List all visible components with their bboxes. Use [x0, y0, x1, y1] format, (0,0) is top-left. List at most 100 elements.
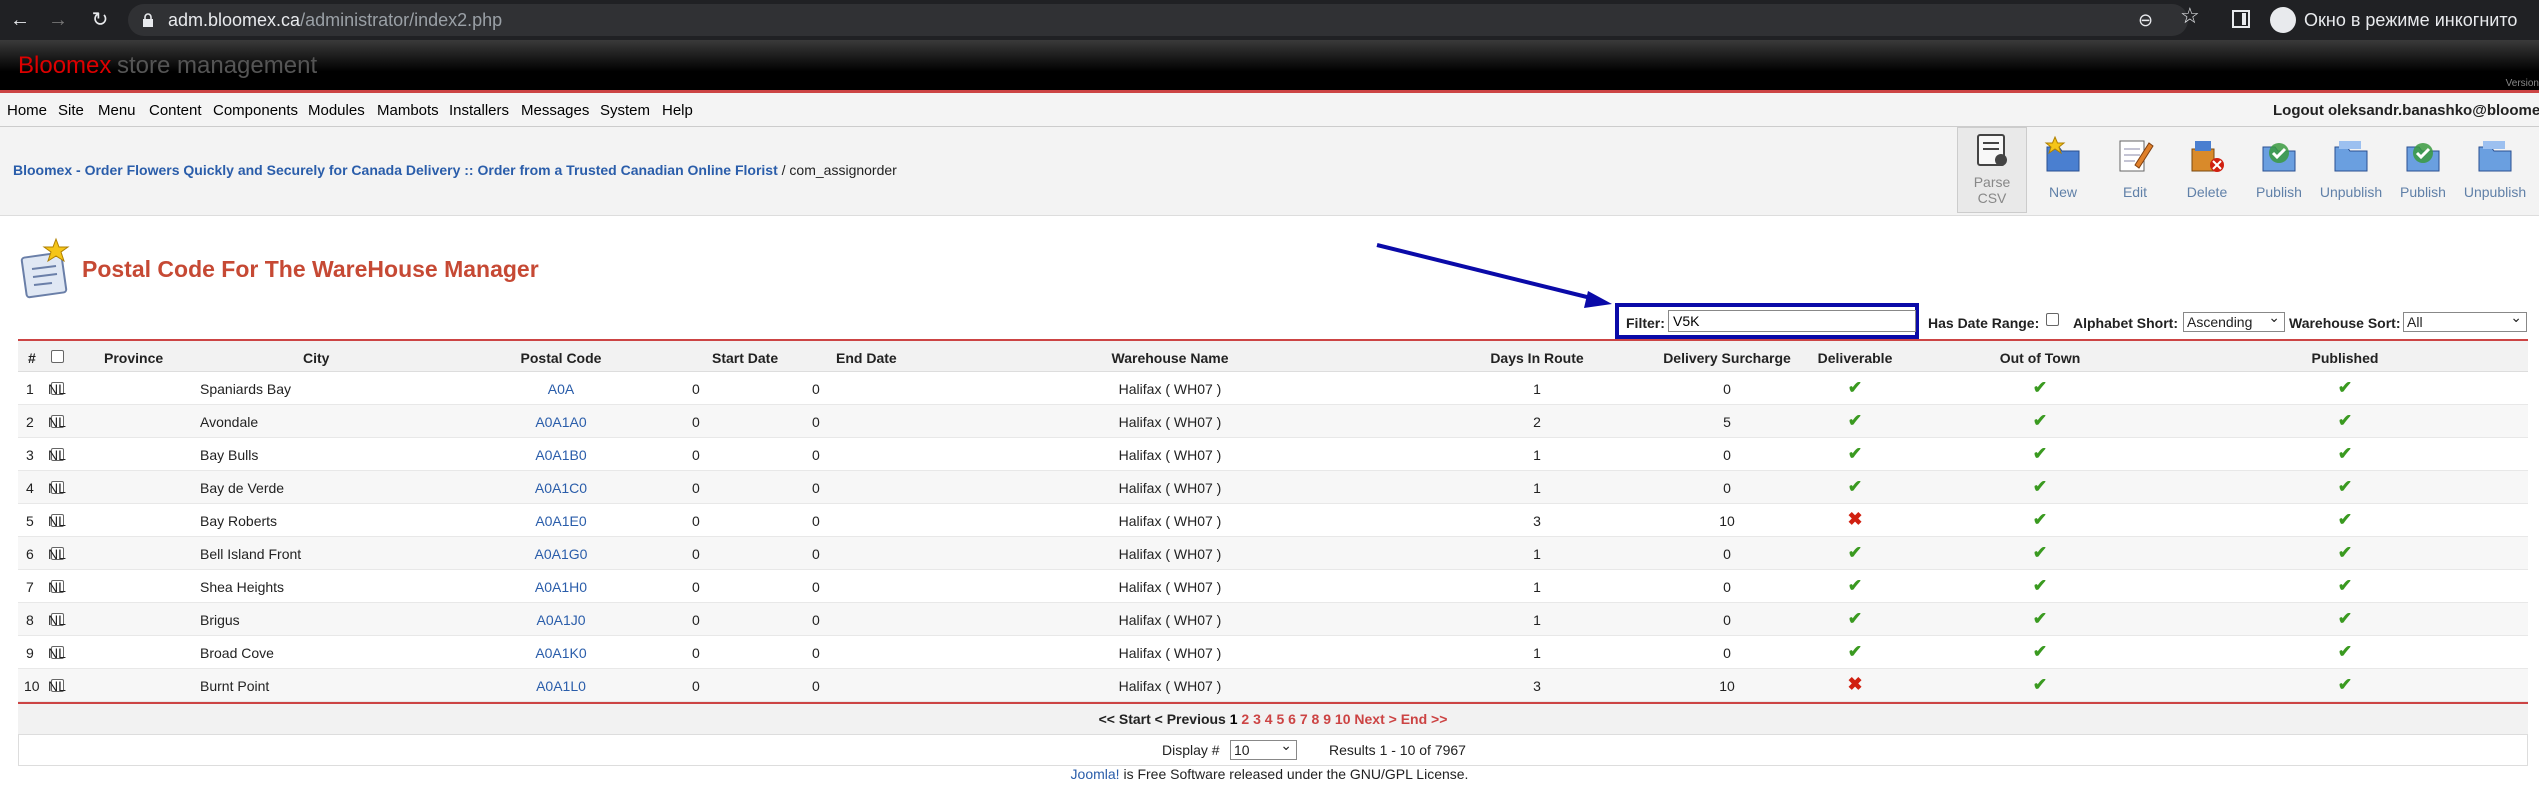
- row-deliverable-check-icon[interactable]: ✔: [1848, 609, 1862, 629]
- delete-button[interactable]: Delete: [2173, 132, 2241, 210]
- alphabet-short-select[interactable]: Ascending: [2183, 309, 2285, 332]
- side-panel-icon[interactable]: [2232, 10, 2250, 28]
- row-out-of-town-check-icon[interactable]: ✔: [2033, 675, 2047, 695]
- forward-icon[interactable]: →: [44, 6, 72, 34]
- filter-input[interactable]: [1668, 310, 1916, 332]
- col-published[interactable]: Published: [2312, 350, 2379, 366]
- row-postal-code[interactable]: A0A1E0: [535, 513, 586, 529]
- row-published-check-icon[interactable]: ✔: [2338, 444, 2352, 464]
- parse-csv-button[interactable]: Parse CSV: [1957, 127, 2027, 213]
- col-warehouse-name[interactable]: Warehouse Name: [1112, 350, 1229, 366]
- page-link[interactable]: 8: [1312, 711, 1320, 727]
- row-out-of-town-check-icon[interactable]: ✔: [2033, 510, 2047, 530]
- menu-components[interactable]: Components: [213, 102, 298, 119]
- display-count-select[interactable]: 10: [1230, 737, 1297, 760]
- row-postal-code[interactable]: A0A1B0: [535, 447, 586, 463]
- row-out-of-town-check-icon[interactable]: ✔: [2033, 444, 2047, 464]
- page-link[interactable]: 7: [1300, 711, 1308, 727]
- row-postal-code[interactable]: A0A1L0: [536, 678, 586, 694]
- row-postal-code[interactable]: A0A1K0: [535, 645, 586, 661]
- menu-modules[interactable]: Modules: [308, 102, 365, 119]
- breadcrumb-link[interactable]: Bloomex - Order Flowers Quickly and Secu…: [13, 162, 778, 178]
- row-out-of-town-check-icon[interactable]: ✔: [2033, 378, 2047, 398]
- row-postal-code[interactable]: A0A1C0: [535, 480, 587, 496]
- row-deliverable-check-icon[interactable]: ✔: [1848, 477, 1862, 497]
- row-postal-code[interactable]: A0A: [548, 381, 574, 397]
- page-prev-link[interactable]: < Previous: [1155, 711, 1226, 727]
- row-published-check-icon[interactable]: ✔: [2338, 378, 2352, 398]
- page-start-link[interactable]: << Start: [1099, 711, 1151, 727]
- row-deliverable-check-icon[interactable]: ✔: [1848, 378, 1862, 398]
- publish-button[interactable]: Publish: [2245, 132, 2313, 210]
- menu-mambots[interactable]: Mambots: [377, 102, 439, 119]
- page-link[interactable]: 9: [1323, 711, 1331, 727]
- select-all-checkbox[interactable]: [51, 350, 64, 363]
- zoom-icon[interactable]: ⊖: [2138, 10, 2153, 31]
- row-out-of-town-check-icon[interactable]: ✔: [2033, 576, 2047, 596]
- date-range-checkbox[interactable]: [2046, 313, 2059, 326]
- row-deliverable-check-icon[interactable]: ✔: [1848, 444, 1862, 464]
- new-button[interactable]: New: [2029, 132, 2097, 210]
- menu-site[interactable]: Site: [58, 102, 84, 119]
- row-deliverable-cross-icon[interactable]: ✖: [1847, 509, 1862, 530]
- address-bar[interactable]: adm.bloomex.ca/administrator/index2.php …: [128, 4, 2188, 36]
- row-out-of-town-check-icon[interactable]: ✔: [2033, 642, 2047, 662]
- col-city[interactable]: City: [303, 350, 329, 366]
- row-deliverable-check-icon[interactable]: ✔: [1848, 543, 1862, 563]
- page-link[interactable]: 2: [1241, 711, 1249, 727]
- page-link[interactable]: 5: [1276, 711, 1284, 727]
- row-deliverable-check-icon[interactable]: ✔: [1848, 576, 1862, 596]
- page-next-link[interactable]: Next >: [1354, 711, 1396, 727]
- warehouse-sort-select[interactable]: All: [2403, 309, 2527, 332]
- row-published-check-icon[interactable]: ✔: [2338, 510, 2352, 530]
- col-province[interactable]: Province: [104, 350, 163, 366]
- col-days-in-route[interactable]: Days In Route: [1490, 350, 1583, 366]
- row-published-check-icon[interactable]: ✔: [2338, 576, 2352, 596]
- row-out-of-town-check-icon[interactable]: ✔: [2033, 477, 2047, 497]
- col-postal-code[interactable]: Postal Code: [521, 350, 602, 366]
- menu-system[interactable]: System: [600, 102, 650, 119]
- back-icon[interactable]: ←: [6, 6, 34, 34]
- logout-link[interactable]: Logout oleksandr.banashko@bloomex.c: [2273, 102, 2539, 119]
- page-link[interactable]: 10: [1335, 711, 1351, 727]
- row-published-check-icon[interactable]: ✔: [2338, 411, 2352, 431]
- bookmark-star-icon[interactable]: ☆: [2180, 3, 2200, 29]
- unpublish-button-2[interactable]: Unpublish: [2461, 132, 2529, 210]
- row-published-check-icon[interactable]: ✔: [2338, 477, 2352, 497]
- row-postal-code[interactable]: A0A1J0: [536, 612, 585, 628]
- row-published-check-icon[interactable]: ✔: [2338, 543, 2352, 563]
- row-out-of-town-check-icon[interactable]: ✔: [2033, 543, 2047, 563]
- page-link[interactable]: 4: [1265, 711, 1273, 727]
- page-end-link[interactable]: End >>: [1401, 711, 1448, 727]
- menu-help[interactable]: Help: [662, 102, 693, 119]
- joomla-link[interactable]: Joomla!: [1071, 766, 1120, 782]
- publish-button-2[interactable]: Publish: [2389, 132, 2457, 210]
- row-postal-code[interactable]: A0A1A0: [535, 414, 586, 430]
- col-start-date[interactable]: Start Date: [712, 350, 778, 366]
- row-deliverable-check-icon[interactable]: ✔: [1848, 642, 1862, 662]
- menu-content[interactable]: Content: [149, 102, 202, 119]
- menu-messages[interactable]: Messages: [521, 102, 589, 119]
- menu-home[interactable]: Home: [7, 102, 47, 119]
- menu-installers[interactable]: Installers: [449, 102, 509, 119]
- incognito-icon[interactable]: [2270, 7, 2296, 33]
- row-out-of-town-check-icon[interactable]: ✔: [2033, 411, 2047, 431]
- col-deliverable[interactable]: Deliverable: [1818, 350, 1893, 366]
- row-out-of-town-check-icon[interactable]: ✔: [2033, 609, 2047, 629]
- page-link[interactable]: 3: [1253, 711, 1261, 727]
- row-deliverable-check-icon[interactable]: ✔: [1848, 411, 1862, 431]
- row-published-check-icon[interactable]: ✔: [2338, 642, 2352, 662]
- page-link[interactable]: 6: [1288, 711, 1296, 727]
- edit-button[interactable]: Edit: [2101, 132, 2169, 210]
- col-out-of-town[interactable]: Out of Town: [2000, 350, 2081, 366]
- row-published-check-icon[interactable]: ✔: [2338, 675, 2352, 695]
- unpublish-button[interactable]: Unpublish: [2317, 132, 2385, 210]
- row-postal-code[interactable]: A0A1H0: [535, 579, 587, 595]
- menu-menu[interactable]: Menu: [98, 102, 136, 119]
- col-delivery-surcharge[interactable]: Delivery Surcharge: [1663, 350, 1791, 366]
- reload-icon[interactable]: ↻: [86, 6, 114, 34]
- col-end-date[interactable]: End Date: [836, 350, 897, 366]
- row-deliverable-cross-icon[interactable]: ✖: [1847, 674, 1862, 695]
- row-published-check-icon[interactable]: ✔: [2338, 609, 2352, 629]
- row-postal-code[interactable]: A0A1G0: [535, 546, 588, 562]
